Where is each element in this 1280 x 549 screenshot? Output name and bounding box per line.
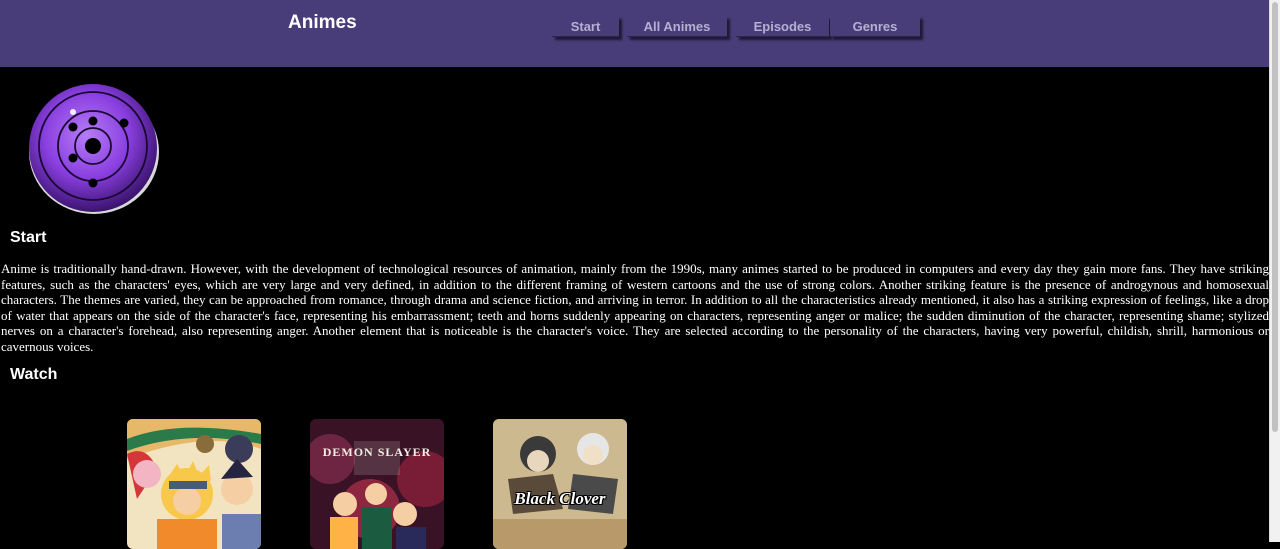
nav-start-button[interactable]: Start bbox=[552, 16, 619, 37]
rinnegan-eye-icon bbox=[27, 82, 161, 216]
demon-slayer-poster-image[interactable]: DEMON SLAYER bbox=[310, 419, 444, 549]
demon-slayer-title: DEMON SLAYER bbox=[322, 445, 432, 459]
naruto-poster-image[interactable] bbox=[127, 419, 261, 549]
nav-episodes-button[interactable]: Episodes bbox=[736, 16, 829, 37]
start-paragraph: Anime is traditionally hand-drawn. Howev… bbox=[1, 261, 1269, 354]
black-clover-title: Black Clover bbox=[514, 489, 606, 508]
start-heading: Start bbox=[10, 229, 47, 246]
site-brand[interactable]: Animes bbox=[288, 12, 357, 34]
page-scrollbar[interactable] bbox=[1269, 0, 1280, 542]
watch-heading: Watch bbox=[10, 366, 58, 383]
scrollbar-thumb[interactable] bbox=[1272, 2, 1278, 432]
nav-genres-button[interactable]: Genres bbox=[830, 16, 920, 37]
site-header: Animes Start All Animes Episodes Genres bbox=[0, 0, 1270, 67]
nav-all-animes-button[interactable]: All Animes bbox=[627, 16, 727, 37]
black-clover-poster-image[interactable]: Black Clover bbox=[493, 419, 627, 549]
